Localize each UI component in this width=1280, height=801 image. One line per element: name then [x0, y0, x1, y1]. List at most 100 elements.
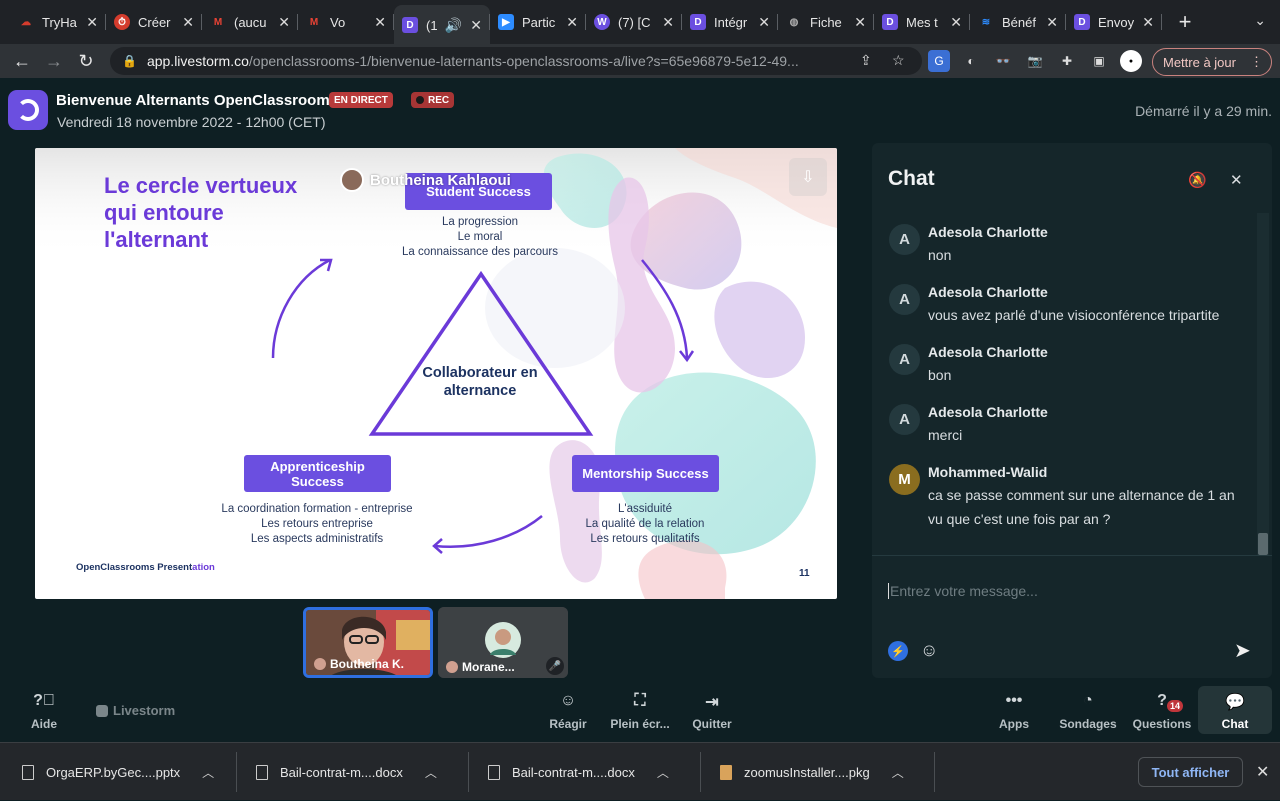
avatar	[340, 168, 364, 192]
profile-avatar[interactable]: ●	[1120, 50, 1142, 72]
questions-button[interactable]: ? 14 Questions	[1122, 692, 1202, 731]
close-icon[interactable]: ✕	[854, 14, 866, 31]
react-button[interactable]: ☺ Réagir	[528, 692, 608, 731]
chevron-up-icon[interactable]: ︿	[892, 764, 904, 781]
more-horiz-icon: •••	[1005, 692, 1023, 709]
avatar: A	[889, 404, 920, 435]
close-icon[interactable]: ✕	[1142, 14, 1154, 31]
browser-tab-active[interactable]: D (1 🔊 ✕	[394, 5, 490, 45]
scrollbar-thumb[interactable]	[1258, 533, 1268, 555]
close-icon[interactable]: ✕	[566, 14, 578, 31]
message-author: Adesola Charlotte	[928, 224, 1048, 240]
message-text: bon	[928, 367, 952, 383]
video-tile[interactable]: Morane... 🎤	[438, 607, 568, 678]
polls-button[interactable]: ◔ Sondages	[1048, 692, 1128, 731]
bookmark-star-icon[interactable]: ☆	[892, 52, 905, 69]
close-icon[interactable]: ✕	[662, 14, 674, 31]
download-cloud-icon[interactable]: ⇩	[789, 158, 827, 196]
lightning-icon[interactable]: ⚡	[888, 641, 908, 661]
chevron-up-icon[interactable]: ︿	[202, 764, 214, 781]
slide-page-number: 11	[799, 568, 810, 579]
send-icon[interactable]: ➤	[1234, 638, 1251, 663]
chat-message: A Adesola Charlotte merci	[888, 401, 1248, 447]
url-host: app.livestorm.co	[146, 53, 249, 69]
slide-speaker-overlay: Boutheina Kahlaoui	[340, 168, 511, 192]
package-icon	[720, 764, 732, 780]
url-path: /openclassrooms-1/bienvenue-laternants-o…	[248, 53, 799, 69]
close-icon[interactable]: ✕	[1046, 14, 1058, 31]
participant-name: Boutheina K.	[314, 657, 404, 671]
download-item[interactable]: zoomusInstaller....pkg ︿	[720, 743, 904, 801]
share-icon[interactable]: ⇪	[860, 52, 872, 69]
show-all-downloads-button[interactable]: Tout afficher	[1138, 757, 1243, 787]
download-item[interactable]: Bail-contrat-m....docx ︿	[488, 743, 669, 801]
sidepanel-icon[interactable]: ▣	[1088, 50, 1110, 72]
download-item[interactable]: Bail-contrat-m....docx ︿	[256, 743, 437, 801]
forward-icon[interactable]: →	[38, 51, 70, 72]
close-icon[interactable]: ✕	[86, 14, 98, 31]
chat-button[interactable]: 💬 Chat	[1198, 686, 1272, 734]
browser-tab[interactable]: M (aucu ✕	[202, 5, 298, 39]
browser-tab[interactable]: ☁ TryHa ✕	[10, 5, 106, 39]
gmail-icon: M	[309, 16, 319, 28]
slide-left-items: La coordination formation - entreprise L…	[221, 503, 413, 545]
avatar: A	[889, 284, 920, 315]
chat-panel: Chat 🔕 ✕ A Adesola Charlotte non A Adesola …	[872, 143, 1272, 678]
message-text: vous avez parlé d'une visioconférence tr…	[928, 307, 1220, 323]
help-icon: ?⃝	[33, 692, 55, 709]
browser-tab[interactable]: D Mes t ✕	[874, 5, 970, 39]
livestorm-logo-icon	[96, 704, 108, 717]
emoji-icon[interactable]: ☺	[920, 640, 938, 661]
help-button[interactable]: ?⃝ Aide	[4, 692, 84, 731]
chevron-up-icon[interactable]: ︿	[657, 764, 669, 781]
reload-icon[interactable]: ↻	[70, 51, 102, 72]
extension-icon[interactable]: ◐	[960, 50, 982, 72]
chat-title: Chat	[888, 167, 935, 190]
message-text: non	[928, 247, 952, 263]
browser-toolbar: ← → ↻ 🔒 app.livestorm.co /openclassrooms…	[0, 44, 1280, 78]
close-icon[interactable]: ✕	[278, 14, 290, 31]
browser-tab[interactable]: D Intégr ✕	[682, 5, 778, 39]
chat-message-input[interactable]: Entrez votre message...	[888, 583, 1038, 599]
browser-tab[interactable]: W (7) [C ✕	[586, 5, 682, 39]
slide-center-label: Collaborateur en alternance	[422, 365, 538, 399]
chevron-up-icon[interactable]: ︿	[425, 764, 437, 781]
close-icon[interactable]: ✕	[374, 14, 386, 31]
video-tile[interactable]: Boutheina K.	[303, 607, 433, 678]
chat-scrollbar[interactable]	[1257, 213, 1269, 555]
browser-tab[interactable]: ≋ Bénéf ✕	[970, 5, 1066, 39]
close-icon[interactable]: ✕	[1256, 762, 1269, 782]
camera-icon[interactable]: 📷	[1024, 50, 1046, 72]
divider	[934, 752, 935, 792]
address-bar[interactable]: 🔒 app.livestorm.co /openclassrooms-1/bie…	[110, 47, 922, 75]
download-item[interactable]: OrgaERP.byGec....pptx ︿	[22, 743, 214, 801]
close-icon[interactable]: ✕	[182, 14, 194, 31]
browser-tab[interactable]: ◍ Fiche ✕	[778, 5, 874, 39]
chat-message: A Adesola Charlotte bon	[888, 341, 1248, 387]
mic-off-icon: 🎤	[546, 657, 564, 675]
extension-icon[interactable]: 👓	[992, 50, 1014, 72]
slide-box-right: Mentorship Success	[572, 455, 719, 492]
slide-top-items: La progression Le moral La connaissance …	[402, 216, 558, 258]
puzzle-icon[interactable]: ✚	[1056, 50, 1078, 72]
browser-tab[interactable]: D Envoy ✕	[1066, 5, 1162, 39]
zoom-icon: ▶	[498, 14, 514, 30]
quit-button[interactable]: ⇥ Quitter	[672, 692, 752, 731]
browser-tab-strip: ☁ TryHa ✕ ⏱ Créer ✕ M (aucu ✕ M Vo ✕ D (1 🔊 ✕ ▶ Part…	[0, 0, 1280, 45]
close-icon[interactable]: ✕	[470, 17, 482, 34]
tab-search-icon[interactable]: ⌄	[1254, 12, 1266, 29]
browser-tab[interactable]: ⏱ Créer ✕	[106, 5, 202, 39]
close-icon[interactable]: ✕	[758, 14, 770, 31]
translate-icon[interactable]: G	[928, 50, 950, 72]
back-icon[interactable]: ←	[6, 51, 38, 72]
chat-bubble-icon: 💬	[1225, 694, 1245, 711]
update-button[interactable]: Mettre à jour ⋮	[1152, 48, 1272, 76]
browser-tab[interactable]: M Vo ✕	[298, 5, 394, 39]
close-icon[interactable]: ✕	[950, 14, 962, 31]
fullscreen-button[interactable]: ⛶ Plein écr...	[600, 692, 680, 731]
mute-notifications-icon[interactable]: 🔕	[1188, 171, 1207, 189]
browser-tab[interactable]: ▶ Partic ✕	[490, 5, 586, 39]
apps-button[interactable]: ••• Apps	[974, 692, 1054, 731]
close-icon[interactable]: ✕	[1230, 171, 1243, 189]
new-tab-button[interactable]: +	[1168, 9, 1202, 35]
